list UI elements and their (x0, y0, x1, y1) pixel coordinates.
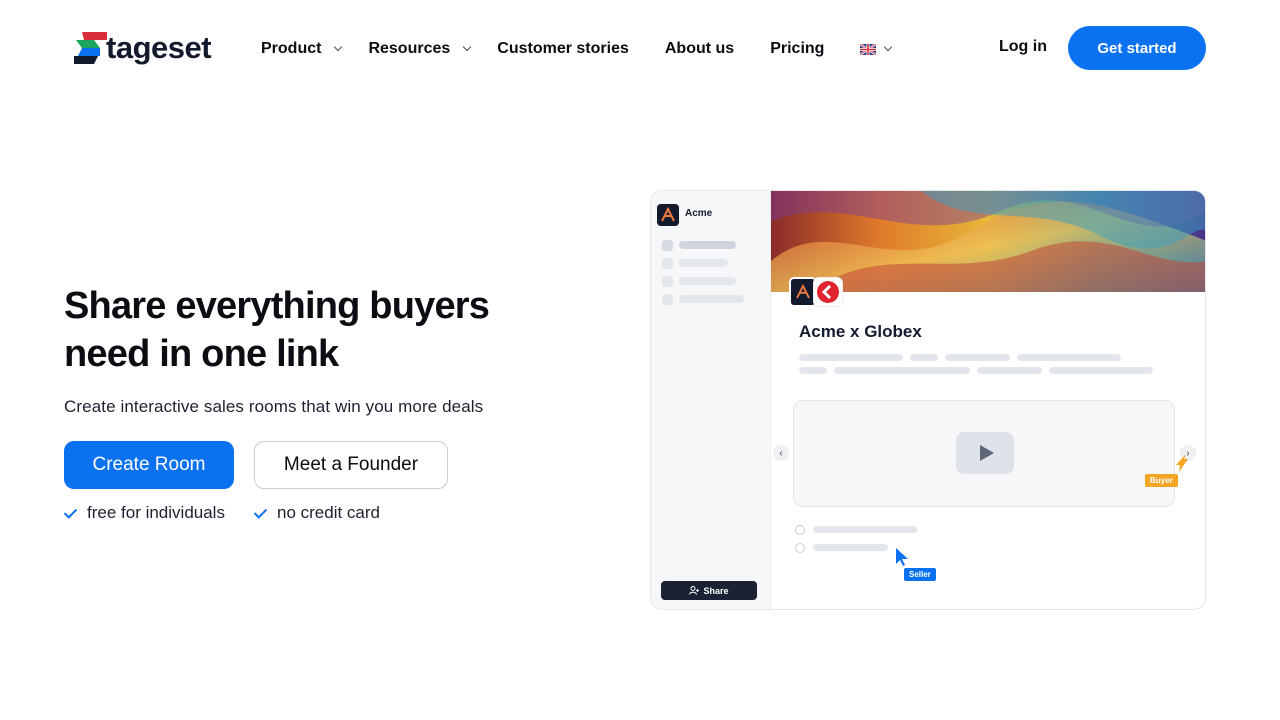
top-navigation: tageset Product Resources Customer stori… (0, 0, 1280, 96)
perk-label: no credit card (277, 503, 380, 522)
perk-item: no credit card (254, 503, 380, 523)
stageset-logo[interactable]: tageset (74, 30, 212, 65)
globex-logo-icon (817, 281, 839, 303)
sidebar-placeholder-row (662, 239, 736, 251)
text-placeholder (799, 367, 827, 374)
product-mockup: Acme Share Acme x Globex ‹ › Buyer Selle… (650, 190, 1206, 610)
seller-tag: Seller (904, 568, 936, 581)
text-placeholder (813, 526, 917, 533)
nav-product[interactable]: Product (261, 40, 343, 58)
carousel-prev-button[interactable]: ‹ (773, 445, 789, 461)
seller-cursor-icon (896, 548, 908, 566)
text-placeholder (945, 354, 1010, 361)
main-menu: Product Resources Customer stories About… (261, 38, 893, 60)
logo-wordmark: tageset (106, 30, 212, 65)
nav-customer-stories[interactable]: Customer stories (497, 40, 629, 58)
nav-pricing-label: Pricing (770, 40, 825, 57)
sidebar-placeholder-row (662, 275, 736, 287)
room-brand-logos (789, 277, 843, 307)
uk-flag-icon (860, 43, 877, 55)
buyer-cursor-icon (1176, 454, 1188, 472)
chevron-down-icon (884, 42, 893, 52)
share-label: Share (703, 585, 729, 596)
video-player[interactable] (793, 400, 1175, 507)
globex-logo (813, 277, 843, 307)
perk-label: free for individuals (87, 503, 225, 522)
workspace-name: Acme (685, 208, 713, 219)
perk-item: free for individuals (64, 503, 225, 523)
hero-subtitle: Create interactive sales rooms that win … (64, 397, 484, 416)
nav-pricing[interactable]: Pricing (770, 40, 824, 58)
text-placeholder (977, 367, 1042, 374)
text-placeholder (834, 367, 970, 374)
nav-about-us-label: About us (664, 40, 735, 57)
checklist-radio[interactable] (795, 543, 805, 553)
text-placeholder (1017, 354, 1121, 361)
create-room-button[interactable]: Create Room (64, 441, 234, 489)
sidebar-placeholder-row (662, 257, 728, 269)
buyer-tag: Buyer (1145, 474, 1178, 487)
nav-resources-label: Resources (368, 40, 451, 57)
acme-logo-icon (657, 204, 679, 226)
add-person-icon (689, 586, 700, 595)
sidebar-placeholder-row (662, 293, 744, 305)
text-placeholder (1049, 367, 1153, 374)
hero-title: Share everything buyers need in one link (64, 285, 490, 375)
chevron-down-icon (463, 42, 472, 52)
play-icon[interactable] (956, 432, 1014, 474)
room-title: Acme x Globex (799, 322, 922, 341)
checkmark-icon (254, 506, 268, 520)
nav-product-label: Product (261, 40, 322, 57)
nav-about-us[interactable]: About us (665, 40, 734, 58)
text-placeholder (799, 354, 903, 361)
language-selector[interactable] (860, 42, 893, 55)
checkmark-icon (64, 506, 78, 520)
mockup-sidebar: Acme Share (651, 191, 771, 609)
text-placeholder (813, 544, 888, 551)
nav-customer-stories-label: Customer stories (497, 40, 629, 57)
login-link[interactable]: Log in (999, 38, 1047, 56)
logo-mark-icon (74, 32, 107, 64)
checklist-radio[interactable] (795, 525, 805, 535)
share-button[interactable]: Share (661, 581, 757, 600)
nav-resources[interactable]: Resources (368, 40, 472, 58)
get-started-button[interactable]: Get started (1068, 26, 1206, 70)
meet-a-founder-button[interactable]: Meet a Founder (254, 441, 448, 489)
chevron-down-icon (334, 42, 343, 52)
text-placeholder (910, 354, 938, 361)
